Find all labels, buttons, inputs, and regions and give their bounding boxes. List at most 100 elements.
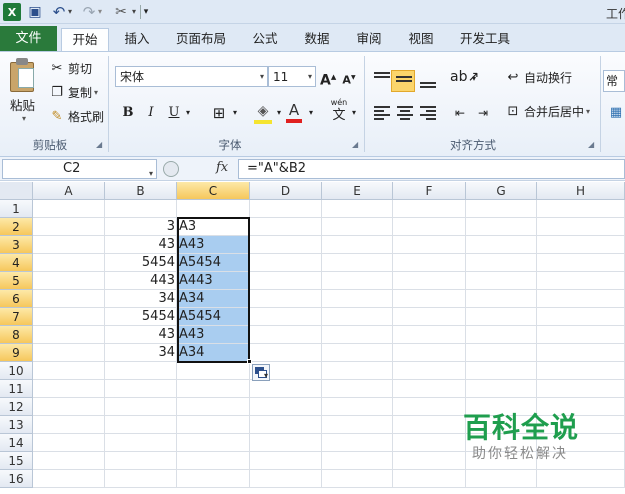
cell-d7[interactable] (250, 308, 322, 326)
merge-center-button[interactable]: ⊡ 合并后居中 ▾ (505, 103, 590, 120)
row-header-4[interactable]: 4 (0, 254, 33, 272)
cell-b5[interactable]: 443 (105, 272, 177, 290)
cell-c12[interactable] (177, 398, 250, 416)
cell-h10[interactable] (537, 362, 625, 380)
cell-d2[interactable] (250, 218, 322, 236)
cell-e16[interactable] (322, 470, 393, 488)
row-header-13[interactable]: 13 (0, 416, 33, 434)
column-header-g[interactable]: G (466, 182, 537, 200)
align-bottom-icon[interactable] (420, 78, 436, 92)
paste-button[interactable]: 粘贴 (10, 95, 35, 114)
tools-dropdown-icon[interactable]: ▾ (130, 3, 138, 21)
cell-f15[interactable] (393, 452, 466, 470)
cell-c15[interactable] (177, 452, 250, 470)
tab-insert[interactable]: 插入 (115, 28, 159, 51)
cell-c14[interactable] (177, 434, 250, 452)
cell-b14[interactable] (105, 434, 177, 452)
cell-f9[interactable] (393, 344, 466, 362)
paste-dropdown-icon[interactable]: ▾ (22, 114, 26, 123)
cell-c8[interactable]: A43 (177, 326, 250, 344)
cell-a1[interactable] (33, 200, 105, 218)
cell-h7[interactable] (537, 308, 625, 326)
alignment-launcher-icon[interactable]: ◢ (588, 140, 594, 149)
copy-dropdown-icon[interactable]: ▾ (94, 88, 98, 97)
row-header-8[interactable]: 8 (0, 326, 33, 344)
cell-d12[interactable] (250, 398, 322, 416)
cell-g11[interactable] (466, 380, 537, 398)
cell-c16[interactable] (177, 470, 250, 488)
cell-g10[interactable] (466, 362, 537, 380)
cell-h9[interactable] (537, 344, 625, 362)
cell-c3[interactable]: A43 (177, 236, 250, 254)
phonetic-dropdown-icon[interactable]: ▾ (349, 104, 359, 122)
cell-a11[interactable] (33, 380, 105, 398)
borders-icon[interactable]: ⊞ (210, 104, 228, 122)
format-painter-button[interactable]: ✎ 格式刷 (49, 108, 104, 125)
name-box-dropdown-icon[interactable]: ▾ (149, 165, 153, 183)
select-all-corner[interactable] (0, 182, 33, 200)
orientation-icon[interactable]: ab↗ (450, 68, 479, 86)
cell-a8[interactable] (33, 326, 105, 344)
cell-b16[interactable] (105, 470, 177, 488)
cell-a3[interactable] (33, 236, 105, 254)
cell-a2[interactable] (33, 218, 105, 236)
cell-g2[interactable] (466, 218, 537, 236)
row-header-3[interactable]: 3 (0, 236, 33, 254)
cell-h1[interactable] (537, 200, 625, 218)
decrease-indent-icon[interactable]: ⇤ (451, 104, 469, 122)
cell-f13[interactable] (393, 416, 466, 434)
cell-e2[interactable] (322, 218, 393, 236)
align-left-icon[interactable] (374, 106, 390, 120)
cell-f6[interactable] (393, 290, 466, 308)
row-header-2[interactable]: 2 (0, 218, 33, 236)
cell-b2[interactable]: 3 (105, 218, 177, 236)
cell-b13[interactable] (105, 416, 177, 434)
cell-g6[interactable] (466, 290, 537, 308)
font-size-select[interactable]: 11 ▾ (268, 66, 316, 87)
cell-c13[interactable] (177, 416, 250, 434)
cut-button[interactable]: ✂ 剪切 (49, 60, 92, 77)
paste-icon[interactable] (8, 58, 38, 94)
row-header-14[interactable]: 14 (0, 434, 33, 452)
cell-d6[interactable] (250, 290, 322, 308)
cell-a15[interactable] (33, 452, 105, 470)
cell-f3[interactable] (393, 236, 466, 254)
cell-d4[interactable] (250, 254, 322, 272)
cell-b10[interactable] (105, 362, 177, 380)
cell-d5[interactable] (250, 272, 322, 290)
cell-d3[interactable] (250, 236, 322, 254)
column-header-d[interactable]: D (250, 182, 322, 200)
cell-b1[interactable] (105, 200, 177, 218)
formula-input[interactable]: ="A"&B2 (238, 159, 625, 179)
cell-f16[interactable] (393, 470, 466, 488)
cell-c4[interactable]: A5454 (177, 254, 250, 272)
align-center-icon[interactable] (397, 106, 413, 120)
cell-a14[interactable] (33, 434, 105, 452)
row-header-16[interactable]: 16 (0, 470, 33, 488)
cell-b6[interactable]: 34 (105, 290, 177, 308)
cell-e5[interactable] (322, 272, 393, 290)
cell-f8[interactable] (393, 326, 466, 344)
cell-b15[interactable] (105, 452, 177, 470)
orientation-dropdown-icon[interactable]: ▾ (470, 70, 478, 88)
cell-f1[interactable] (393, 200, 466, 218)
cell-g8[interactable] (466, 326, 537, 344)
cell-a16[interactable] (33, 470, 105, 488)
cell-g9[interactable] (466, 344, 537, 362)
align-right-icon[interactable] (420, 106, 436, 120)
cell-g1[interactable] (466, 200, 537, 218)
insert-function-icon[interactable]: fx (216, 160, 228, 175)
cell-e15[interactable] (322, 452, 393, 470)
cell-f14[interactable] (393, 434, 466, 452)
excel-logo-icon[interactable]: X (3, 3, 21, 21)
save-icon[interactable]: ▣ (26, 3, 44, 21)
cell-f11[interactable] (393, 380, 466, 398)
cell-c5[interactable]: A443 (177, 272, 250, 290)
cell-e9[interactable] (322, 344, 393, 362)
cell-f4[interactable] (393, 254, 466, 272)
cell-e3[interactable] (322, 236, 393, 254)
accounting-format-icon[interactable]: ▦ (608, 104, 624, 122)
wrap-text-button[interactable]: ↩ 自动换行 (505, 69, 572, 86)
cell-a13[interactable] (33, 416, 105, 434)
cell-b9[interactable]: 34 (105, 344, 177, 362)
